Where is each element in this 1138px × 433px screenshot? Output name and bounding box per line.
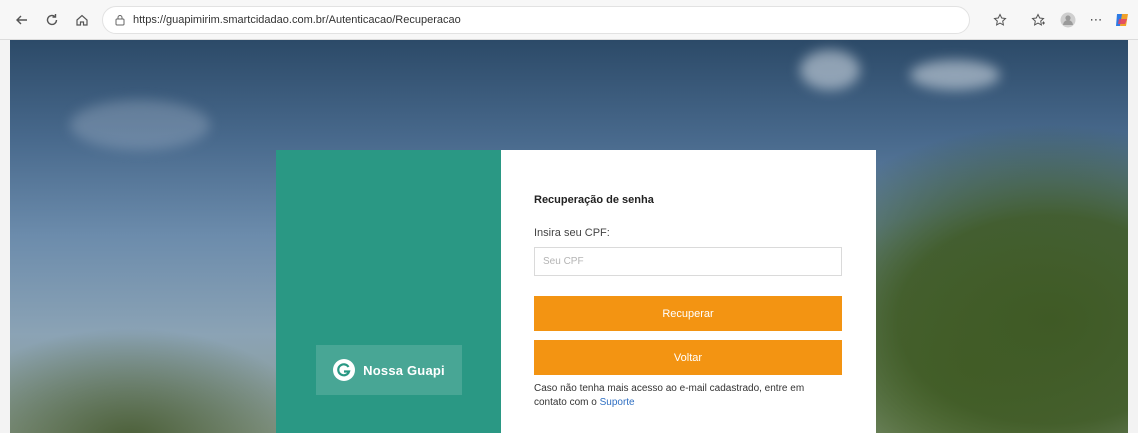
brand-logo: Nossa Guapi [316,345,462,395]
url-text[interactable]: https://guapimirim.smartcidadao.com.br/A… [133,14,461,26]
collections-icon[interactable] [1028,10,1048,30]
background-cloud [910,60,1000,90]
cpf-label: Insira seu CPF: [534,227,610,239]
brand-name: Nossa Guapi [363,362,445,378]
favorite-icon[interactable] [990,10,1010,30]
address-bar[interactable]: https://guapimirim.smartcidadao.com.br/A… [102,6,970,34]
help-text: Caso não tenha mais acesso ao e-mail cad… [534,382,834,409]
copilot-icon[interactable] [1112,10,1132,30]
cpf-input[interactable] [534,247,842,276]
page-background: Nossa Guapi Recuperação de senha Insira … [10,40,1128,433]
browser-toolbar: https://guapimirim.smartcidadao.com.br/A… [0,0,1138,40]
back-button[interactable]: Voltar [534,340,842,375]
recovery-card: Nossa Guapi Recuperação de senha Insira … [276,150,876,433]
more-icon[interactable]: ⋯ [1086,10,1106,30]
logo-g-icon [333,359,356,381]
home-icon[interactable] [72,10,92,30]
recover-button[interactable]: Recuperar [534,296,842,331]
form-title: Recuperação de senha [534,194,654,206]
lock-icon[interactable] [113,13,127,27]
profile-icon[interactable] [1058,10,1078,30]
form-panel: Recuperação de senha Insira seu CPF: Rec… [501,150,876,433]
back-icon[interactable] [12,10,32,30]
support-link[interactable]: Suporte [600,397,635,408]
background-cloud [70,100,210,150]
background-cloud [800,50,860,90]
refresh-icon[interactable] [42,10,62,30]
help-message: Caso não tenha mais acesso ao e-mail cad… [534,383,805,408]
brand-panel: Nossa Guapi [276,150,501,433]
